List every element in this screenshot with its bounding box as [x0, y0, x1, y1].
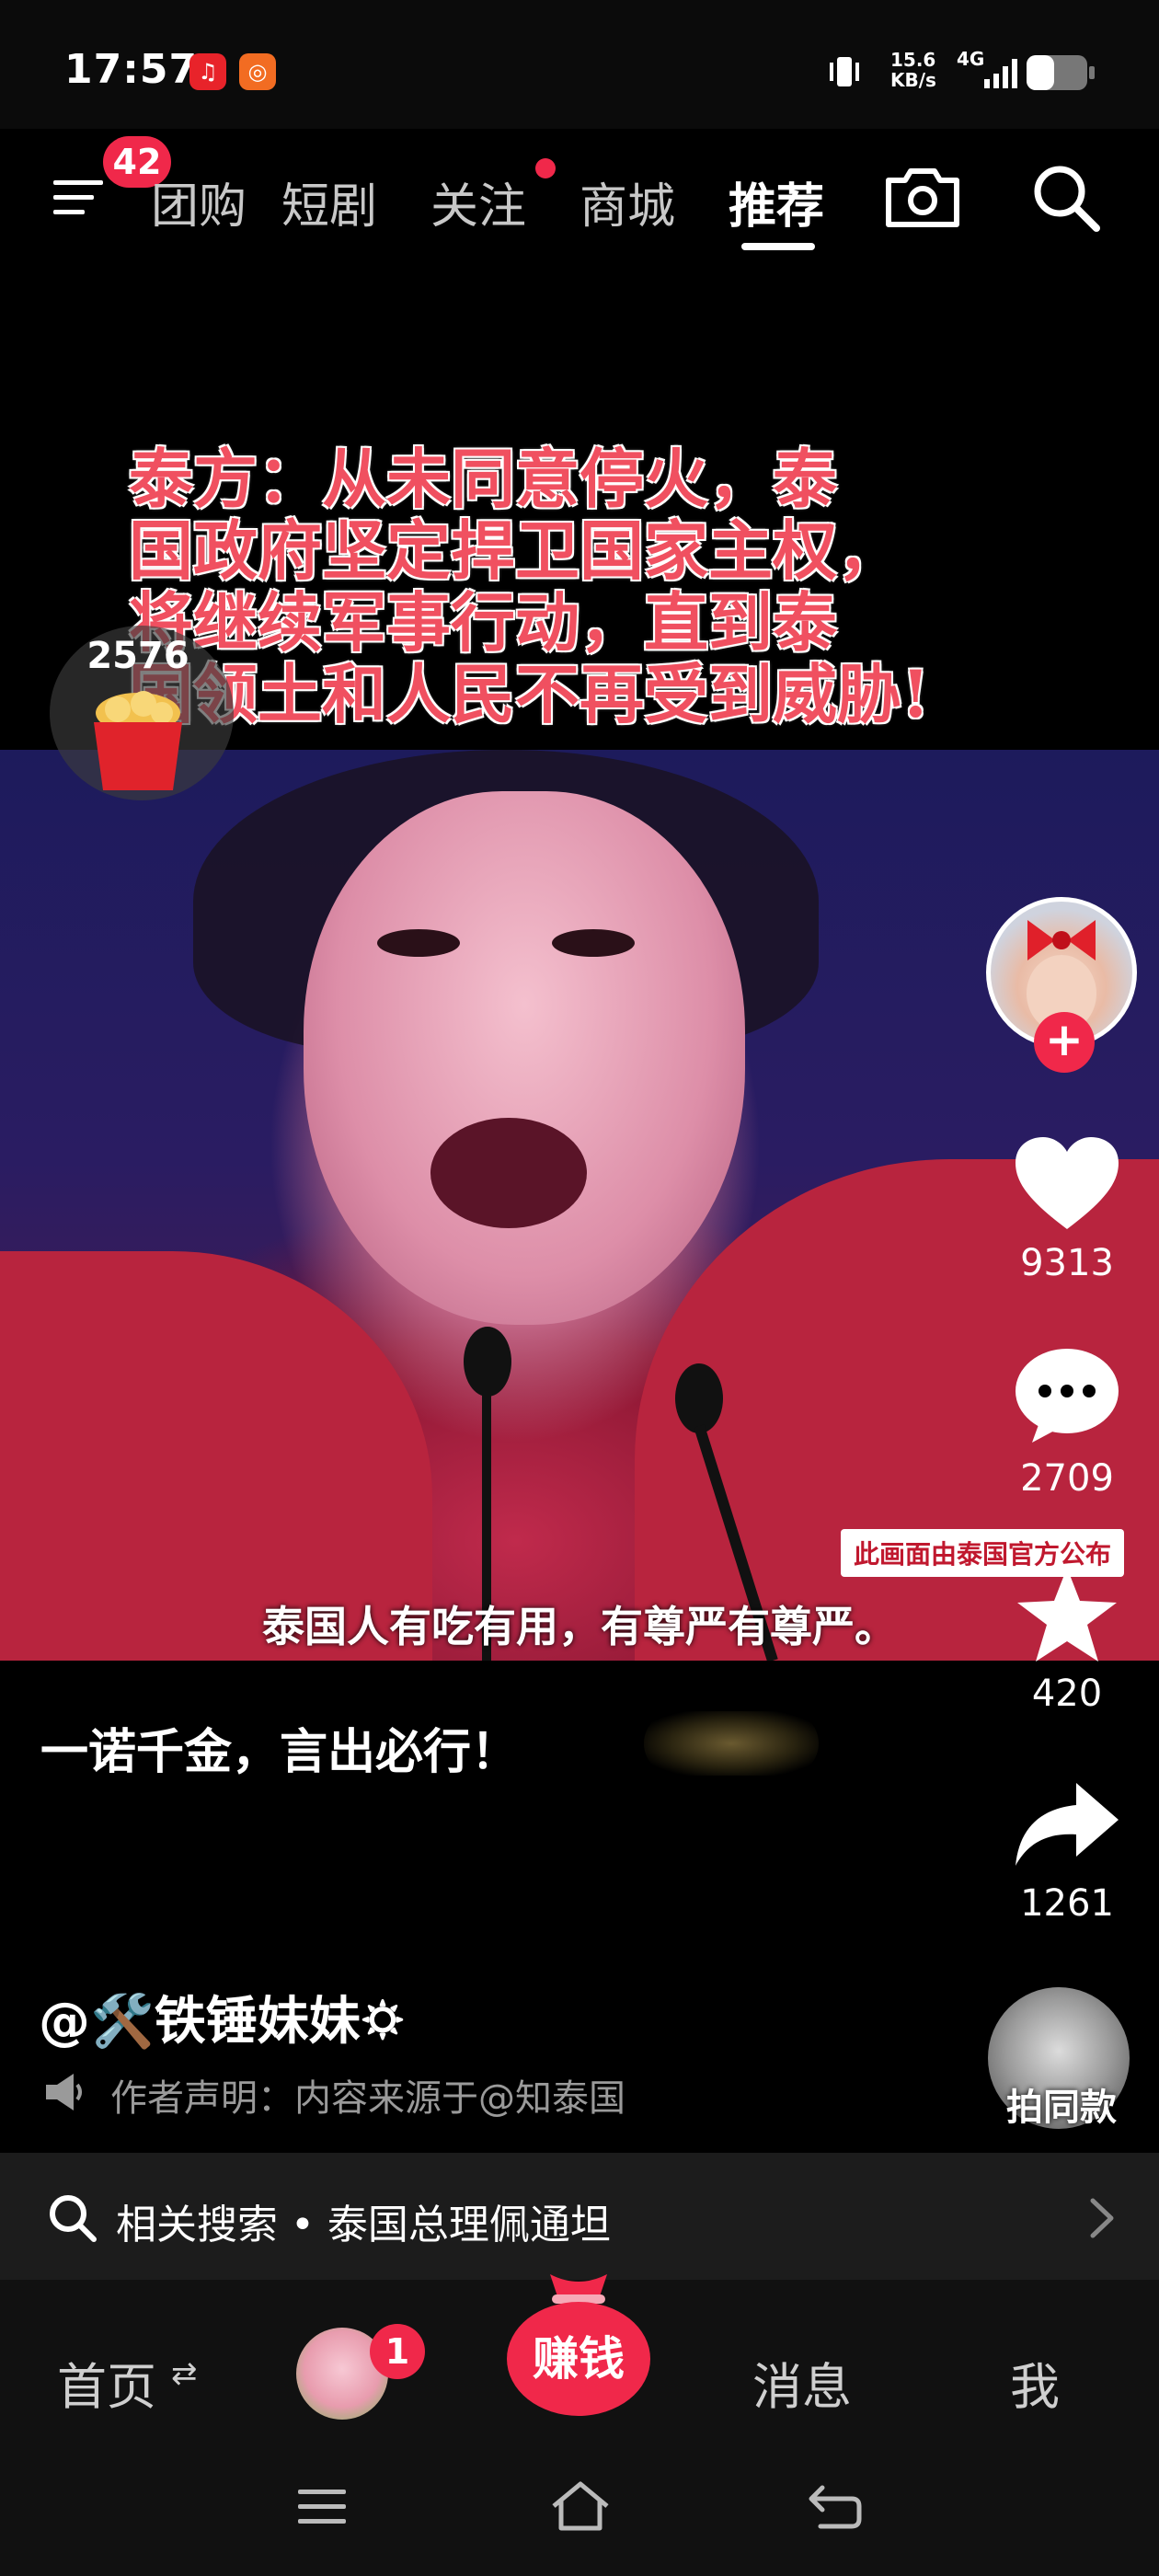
vibrate-icon [830, 57, 859, 86]
tab-recommended[interactable]: 推荐 [729, 167, 824, 236]
tab-messages[interactable]: 消息 [752, 2346, 852, 2419]
speaker-icon [46, 2074, 82, 2110]
status-time: 17:57 [64, 46, 199, 93]
app-notification-icon: ◎ [239, 53, 276, 90]
same-style-button[interactable]: 拍同款 [979, 2077, 1144, 2131]
video-caption: 一诺千金，言出必行！ [40, 1724, 520, 1780]
chevron-right-icon[interactable] [1085, 2195, 1119, 2241]
video-eye-right [552, 929, 635, 957]
system-back-icon[interactable] [806, 2480, 865, 2532]
video-mouth [430, 1118, 587, 1228]
author-name[interactable]: @🛠️铁锤妹妹🌣 [39, 1980, 405, 2072]
comment-icon[interactable] [1012, 1345, 1122, 1446]
coin-bucket-icon [94, 691, 182, 790]
system-home-icon[interactable] [548, 2478, 613, 2534]
coin-count: 2576 [86, 635, 189, 677]
system-menu-icon[interactable] [294, 2484, 350, 2530]
tab-group-buy[interactable]: 团购 [151, 167, 247, 236]
netease-music-icon: ♫ [189, 53, 226, 90]
tab-home[interactable]: 首页 [57, 2346, 156, 2419]
search-icon[interactable] [1028, 160, 1102, 234]
author-declaration: 作者声明：内容来源于@知泰国 [110, 2077, 625, 2120]
signal-icon [984, 59, 1017, 88]
camera-icon[interactable] [883, 164, 962, 230]
tab-mall[interactable]: 商城 [580, 167, 675, 236]
video-headline: 泰方：从未同意停火，泰 国政府坚定捍卫国家主权， 将继续军事行动，直到泰 国领土… [129, 441, 930, 732]
network-type: 4G [957, 48, 985, 70]
tab-following[interactable]: 关注 [430, 167, 526, 236]
share-icon[interactable] [1012, 1776, 1122, 1877]
video-person-face [304, 791, 745, 1325]
switch-arrows-icon: ⇄ [171, 2355, 198, 2392]
like-count: 9313 [1020, 1242, 1114, 1284]
tab-me[interactable]: 我 [1010, 2346, 1060, 2419]
favorite-count: 420 [1031, 1673, 1103, 1715]
share-count: 1261 [1020, 1882, 1114, 1925]
caption-glow [644, 1711, 819, 1776]
friends-badge: 1 [370, 2324, 425, 2379]
star-icon[interactable] [1012, 1564, 1122, 1665]
related-search-text[interactable]: 相关搜索 • 泰国总理佩通坦 [116, 2191, 611, 2250]
heart-icon[interactable] [1012, 1133, 1122, 1235]
tab-short-drama[interactable]: 短剧 [281, 167, 377, 236]
search-icon [50, 2195, 97, 2242]
following-dot-badge [535, 158, 556, 178]
net-speed: 15.6 KB/s [890, 49, 936, 91]
follow-button[interactable]: + [1034, 1012, 1095, 1073]
battery-icon [1027, 55, 1095, 90]
tab-earn[interactable]: 赚钱 [504, 2322, 653, 2388]
comment-count: 2709 [1020, 1457, 1114, 1500]
active-tab-indicator [741, 243, 815, 250]
menu-icon[interactable] [52, 175, 105, 219]
video-eye-left [377, 929, 460, 957]
video-subtitle: 泰国人有吃有用，有尊严有尊严。 [262, 1602, 897, 1651]
